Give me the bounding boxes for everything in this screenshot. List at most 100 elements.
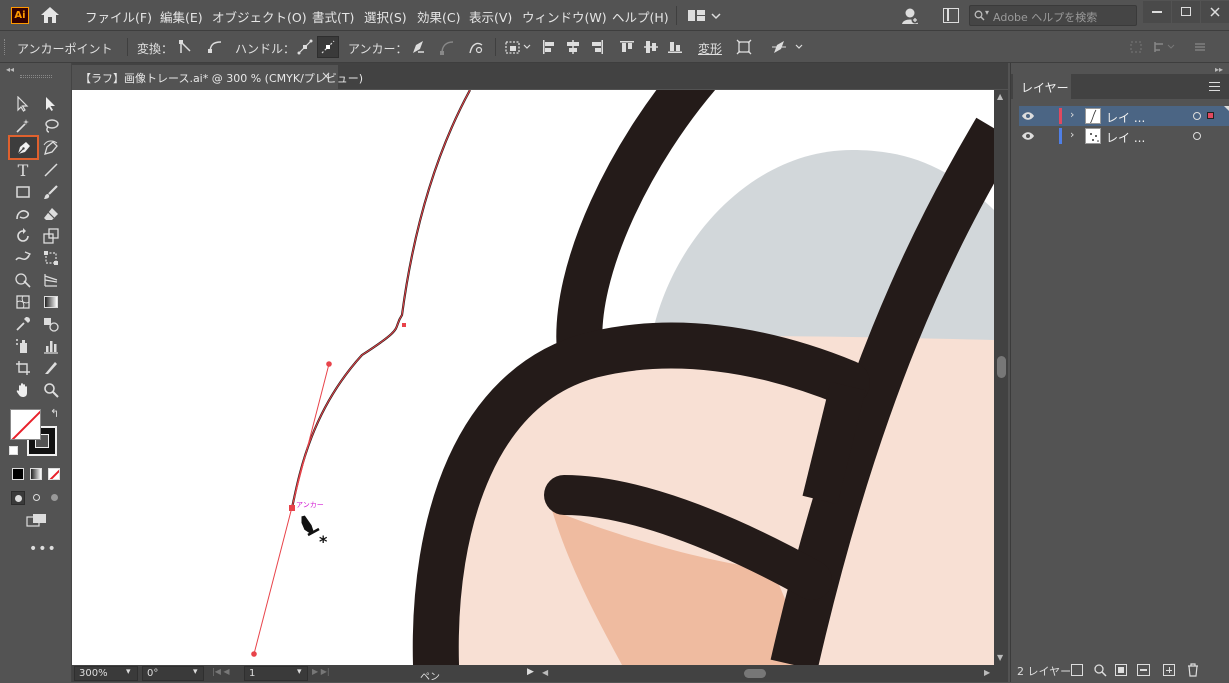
collapse-arrows-icon[interactable]: ◂◂	[6, 65, 14, 74]
new-layer-icon[interactable]	[1163, 664, 1175, 676]
isolate-icon[interactable]	[733, 36, 755, 58]
pen-tool-icon[interactable]	[8, 135, 39, 160]
menu-view[interactable]: 表示(V)	[469, 7, 512, 26]
default-fill-stroke-icon[interactable]	[9, 446, 18, 455]
convert-to-corner-button[interactable]	[174, 36, 196, 58]
export-icon[interactable]	[1071, 664, 1083, 676]
zoom-field[interactable]: 300% ▾	[74, 666, 138, 681]
column-graph-tool-icon[interactable]	[40, 335, 62, 357]
trash-icon[interactable]	[1187, 663, 1199, 677]
scroll-right-icon[interactable]: ▶	[984, 668, 990, 677]
show-handles-button[interactable]	[294, 36, 316, 58]
artboard-field[interactable]: 1 ▾	[244, 666, 308, 681]
slice-tool-icon[interactable]	[40, 357, 62, 379]
minimize-button[interactable]	[1143, 1, 1171, 23]
document-tab[interactable]: 【ラフ】画像トレース.ai* @ 300 % (CMYK/プレビュー) ×	[72, 65, 363, 89]
align-top-button[interactable]	[616, 36, 638, 58]
close-tab-icon[interactable]: ×	[321, 69, 331, 83]
align-bottom-button[interactable]	[664, 36, 686, 58]
menu-object[interactable]: オブジェクト(O)	[212, 7, 307, 26]
warp-tool-icon[interactable]	[12, 247, 34, 269]
eraser-tool-icon[interactable]	[40, 203, 62, 225]
menu-type[interactable]: 書式(T)	[312, 7, 354, 26]
tab-layers[interactable]: レイヤー	[1013, 74, 1071, 99]
user-account-icon[interactable]	[901, 7, 919, 25]
new-sublayer-icon[interactable]	[1137, 664, 1150, 676]
pen-options-menu[interactable]	[770, 36, 806, 58]
type-tool-icon[interactable]: T	[12, 159, 34, 181]
fill-swatch-none[interactable]	[10, 409, 41, 440]
lasso-tool-icon[interactable]	[40, 115, 62, 137]
panel-menu-icon[interactable]	[1209, 82, 1220, 91]
fill-stroke-widget[interactable]: ↰	[9, 407, 61, 460]
remove-anchor-button[interactable]	[407, 36, 429, 58]
eyedropper-tool-icon[interactable]	[12, 313, 34, 335]
mesh-tool-icon[interactable]	[12, 291, 34, 313]
target-circle-icon[interactable]	[1193, 112, 1201, 120]
clipping-mask-icon[interactable]	[1115, 664, 1127, 676]
home-icon[interactable]	[40, 6, 60, 24]
first-artboard-icon[interactable]: |◀ ◀	[212, 667, 230, 676]
curvature-tool-icon[interactable]	[40, 137, 62, 159]
align-to-selection-button[interactable]	[503, 36, 533, 58]
shaper-tool-icon[interactable]	[12, 203, 34, 225]
swap-fill-stroke-icon[interactable]: ↰	[50, 407, 59, 420]
color-mode-gradient-button[interactable]	[30, 468, 42, 480]
line-segment-tool-icon[interactable]	[40, 159, 62, 181]
paintbrush-tool-icon[interactable]	[40, 181, 62, 203]
menu-file[interactable]: ファイル(F)	[85, 7, 152, 26]
maximize-button[interactable]	[1172, 1, 1200, 23]
screen-mode-icon[interactable]	[26, 513, 48, 529]
workspace-switcher[interactable]	[688, 8, 722, 24]
zoom-tool-icon[interactable]	[40, 379, 62, 401]
more-tools-icon[interactable]: •••	[29, 541, 57, 557]
shape-builder-tool-icon[interactable]	[12, 269, 34, 291]
menu-window[interactable]: ウィンドウ(W)	[522, 7, 607, 26]
transform-link[interactable]: 変形	[698, 40, 722, 57]
scroll-up-icon[interactable]: ▲	[997, 92, 1003, 101]
expand-chevron-icon[interactable]: ›	[1070, 128, 1074, 141]
direct-selection-tool-icon[interactable]	[40, 93, 62, 115]
align-left-button[interactable]	[538, 36, 560, 58]
draw-inside-icon[interactable]	[48, 491, 62, 505]
arrange-documents-icon[interactable]	[943, 8, 959, 23]
convert-to-smooth-button[interactable]	[204, 36, 226, 58]
magic-wand-tool-icon[interactable]	[12, 115, 34, 137]
panel-collapse-icon[interactable]: ▸▸	[1215, 65, 1223, 74]
menu-edit[interactable]: 編集(E)	[160, 7, 203, 26]
horizontal-scroll-thumb[interactable]	[744, 669, 766, 678]
last-artboard-icon[interactable]: ▶ ▶|	[312, 667, 330, 676]
draw-normal-icon[interactable]	[11, 491, 25, 505]
target-circle-icon[interactable]	[1193, 132, 1201, 140]
align-middle-button[interactable]	[640, 36, 662, 58]
layer-row-2[interactable]: › レイ ...	[1019, 126, 1229, 146]
visibility-eye-icon[interactable]	[1022, 130, 1034, 142]
perspective-grid-tool-icon[interactable]	[40, 269, 62, 291]
vertical-scrollbar[interactable]: ▲ ▼	[994, 90, 1008, 665]
scroll-left-icon[interactable]: ◀	[542, 668, 548, 677]
scale-tool-icon[interactable]	[40, 225, 62, 247]
cut-path-button[interactable]	[465, 36, 487, 58]
scroll-thumb[interactable]	[997, 356, 1006, 378]
align-right-button[interactable]	[586, 36, 608, 58]
help-search-box[interactable]: ▾ Adobe ヘルプを検索	[969, 5, 1137, 26]
connect-anchors-button[interactable]	[436, 36, 458, 58]
symbol-sprayer-tool-icon[interactable]	[12, 335, 34, 357]
hand-tool-icon[interactable]	[12, 379, 34, 401]
color-mode-color-button[interactable]	[12, 468, 24, 480]
menu-effect[interactable]: 効果(C)	[417, 7, 460, 26]
layer-row-1[interactable]: › レイ ...	[1019, 106, 1229, 126]
artboard-tool-icon[interactable]	[12, 357, 34, 379]
locate-object-icon[interactable]	[1093, 663, 1107, 677]
align-center-button[interactable]	[562, 36, 584, 58]
rotate-tool-icon[interactable]	[12, 225, 34, 247]
hide-handles-button[interactable]	[317, 36, 339, 58]
close-window-button[interactable]	[1201, 1, 1229, 23]
horizontal-scrollbar[interactable]: ◀ ▶	[538, 665, 994, 682]
gradient-tool-icon[interactable]	[40, 291, 62, 313]
menu-select[interactable]: 選択(S)	[364, 7, 407, 26]
expand-chevron-icon[interactable]: ›	[1070, 108, 1074, 121]
menu-help[interactable]: ヘルプ(H)	[612, 7, 669, 26]
canvas[interactable]: アンカー *	[72, 90, 994, 665]
color-mode-none-button[interactable]	[48, 468, 60, 480]
